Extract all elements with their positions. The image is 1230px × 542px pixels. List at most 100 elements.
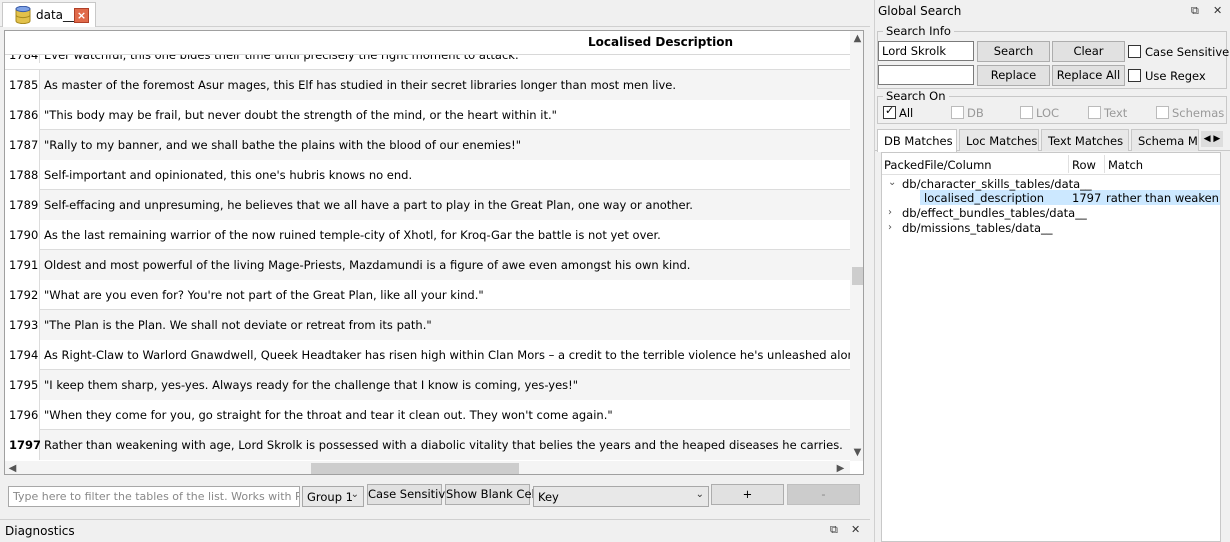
table-row[interactable]: 1796 "When they come for you, go straight… <box>5 400 850 430</box>
table-row[interactable]: 1794 As Right-Claw to Warlord Gnawdwell, … <box>5 340 850 370</box>
search-on-title: Search On <box>883 89 949 103</box>
row-number: 1785 <box>5 70 40 100</box>
replace-input[interactable] <box>878 65 974 85</box>
tab-text-matches[interactable]: Text Matches <box>1041 129 1129 151</box>
search-schemas-checkbox[interactable] <box>1156 106 1169 119</box>
results-tree: PackedFile/Column Row Match ⌄ db/charact… <box>881 152 1221 542</box>
table-row[interactable]: 1790 As the last remaining warrior of the… <box>5 220 850 250</box>
row-number: 1787 <box>5 130 40 160</box>
case-sensitive-button[interactable]: Case Sensitive <box>367 484 452 505</box>
table-row[interactable]: 1793 "The Plan is the Plan. We shall not … <box>5 310 850 340</box>
horizontal-scrollbar[interactable]: ◀ ▶ <box>5 461 850 474</box>
search-loc-label: LOC <box>1036 106 1060 120</box>
table-cell[interactable]: As Right-Claw to Warlord Gnawdwell, Quee… <box>40 340 850 370</box>
table-row[interactable]: 1789 Self-effacing and unpresuming, he be… <box>5 190 850 220</box>
scroll-up-icon[interactable]: ▲ <box>850 31 863 46</box>
show-blank-cells-button[interactable]: Show Blank Cells <box>445 484 544 505</box>
diagnostics-panel: Diagnostics ⧉ ✕ <box>0 519 870 542</box>
vertical-scroll-thumb[interactable] <box>852 267 863 285</box>
table-cell[interactable]: "Rally to my banner, and we shall bathe … <box>40 130 850 160</box>
table-cell[interactable]: Self-effacing and unpresuming, he believ… <box>40 190 850 220</box>
search-db-checkbox[interactable] <box>951 106 964 119</box>
float-icon[interactable]: ⧉ <box>830 523 838 537</box>
table-cell[interactable]: As the last remaining warrior of the now… <box>40 220 850 250</box>
close-tab-icon[interactable]: × <box>74 8 89 23</box>
tab-db-matches[interactable]: DB Matches <box>877 129 957 152</box>
table-row[interactable]: 1788 Self-important and opinionated, this… <box>5 160 850 190</box>
column-select-value: Key <box>538 490 559 504</box>
table-row[interactable]: 1787 "Rally to my banner, and we shall ba… <box>5 130 850 160</box>
tab-schema-matches[interactable]: Schema Matc <box>1131 129 1199 151</box>
row-number: 1793 <box>5 310 40 340</box>
table-cell[interactable]: Oldest and most powerful of the living M… <box>40 250 850 280</box>
table-cell[interactable]: "When they come for you, go straight for… <box>40 400 850 430</box>
tab-data[interactable]: data__ × <box>2 2 96 27</box>
table-cell[interactable]: "I keep them sharp, yes-yes. Always read… <box>40 370 850 400</box>
header-row[interactable]: Row <box>1072 158 1096 172</box>
table-row[interactable]: 1786 "This body may be frail, but never d… <box>5 100 850 130</box>
scroll-left-icon[interactable]: ◀ <box>5 461 20 474</box>
row-number: 1797 <box>5 430 41 460</box>
table-row[interactable]: 1795 "I keep them sharp, yes-yes. Always … <box>5 370 850 400</box>
table-row[interactable]: 1792 "What are you even for? You're not p… <box>5 280 850 310</box>
tab-loc-matches[interactable]: Loc Matches <box>959 129 1039 151</box>
diagnostics-title: Diagnostics <box>5 524 75 538</box>
scroll-right-icon[interactable]: ▶ <box>833 461 848 474</box>
search-loc-checkbox[interactable] <box>1020 106 1033 119</box>
row-number: 1784 <box>5 55 40 63</box>
collapsed-chevron-icon[interactable]: › <box>888 207 892 218</box>
table-row[interactable]: 1797 Rather than weakening with age, Lord… <box>5 430 850 460</box>
global-search-title: Global Search <box>878 4 962 18</box>
result-file-node[interactable]: db/character_skills_tables/data__ <box>902 177 1092 191</box>
vertical-scrollbar[interactable]: ▲ ▼ <box>850 31 863 461</box>
search-schemas-label: Schemas <box>1172 106 1225 120</box>
tab-label: data__ <box>36 8 76 22</box>
row-number: 1790 <box>5 220 40 250</box>
table-cell[interactable]: As master of the foremost Asur mages, th… <box>40 70 850 100</box>
result-row[interactable]: 1797 <box>1072 191 1101 205</box>
search-text-checkbox[interactable] <box>1088 106 1101 119</box>
search-button[interactable]: Search <box>977 41 1050 62</box>
case-sensitive-checkbox[interactable] <box>1128 45 1141 58</box>
column-select[interactable]: Key ⌄ <box>533 486 709 507</box>
close-icon[interactable]: ✕ <box>1213 4 1222 17</box>
result-file-node[interactable]: db/missions_tables/data__ <box>902 221 1053 235</box>
search-all-checkbox[interactable] <box>883 104 896 119</box>
result-column[interactable]: localised_description <box>924 191 1044 205</box>
horizontal-scroll-thumb[interactable] <box>311 463 519 474</box>
use-regex-label: Use Regex <box>1145 69 1206 83</box>
float-icon[interactable]: ⧉ <box>1191 4 1199 18</box>
collapsed-chevron-icon[interactable]: › <box>888 222 892 233</box>
result-file-node[interactable]: db/effect_bundles_tables/data__ <box>902 206 1087 220</box>
table-row[interactable]: 1791 Oldest and most powerful of the livi… <box>5 250 850 280</box>
header-packedfile-column[interactable]: PackedFile/Column <box>884 158 992 172</box>
remove-filter-button[interactable]: - <box>787 484 860 505</box>
clear-button[interactable]: Clear <box>1052 41 1125 62</box>
header-match[interactable]: Match <box>1108 158 1143 172</box>
table-row[interactable]: 1785 As master of the foremost Asur mages… <box>5 70 850 100</box>
search-db-label: DB <box>967 106 984 120</box>
table-cell[interactable]: Rather than weakening with age, Lord Skr… <box>40 430 850 460</box>
replace-all-button[interactable]: Replace All <box>1052 65 1125 86</box>
table-cell[interactable]: Self-important and opinionated, this one… <box>40 160 850 190</box>
result-match[interactable]: rather than weakeni... <box>1106 191 1220 205</box>
scroll-down-icon[interactable]: ▼ <box>850 445 863 460</box>
row-number: 1788 <box>5 160 40 190</box>
column-header-localised-description[interactable]: Localised Description <box>5 31 850 55</box>
search-input[interactable]: Lord Skrolk <box>878 41 974 61</box>
table-cell[interactable]: "This body may be frail, but never doubt… <box>40 100 850 130</box>
table-row[interactable]: 1784 Ever watchful, this one bides their… <box>5 55 850 70</box>
table-cell[interactable]: Ever watchful, this one bides their time… <box>40 55 850 63</box>
row-number: 1795 <box>5 370 40 400</box>
use-regex-checkbox[interactable] <box>1128 69 1141 82</box>
add-filter-button[interactable]: + <box>711 484 784 505</box>
close-icon[interactable]: ✕ <box>851 523 860 536</box>
filter-input[interactable]: Type here to filter the tables of the li… <box>8 486 300 507</box>
group-select[interactable]: Group 1 ⌄ <box>302 486 364 507</box>
expanded-chevron-icon[interactable]: ⌄ <box>888 177 896 188</box>
search-info-title: Search Info <box>883 24 954 38</box>
tab-scroll-arrows-icon[interactable]: ◀ ▶ <box>1201 131 1223 147</box>
table-cell[interactable]: "The Plan is the Plan. We shall not devi… <box>40 310 850 340</box>
replace-button[interactable]: Replace <box>977 65 1050 86</box>
table-cell[interactable]: "What are you even for? You're not part … <box>40 280 850 310</box>
